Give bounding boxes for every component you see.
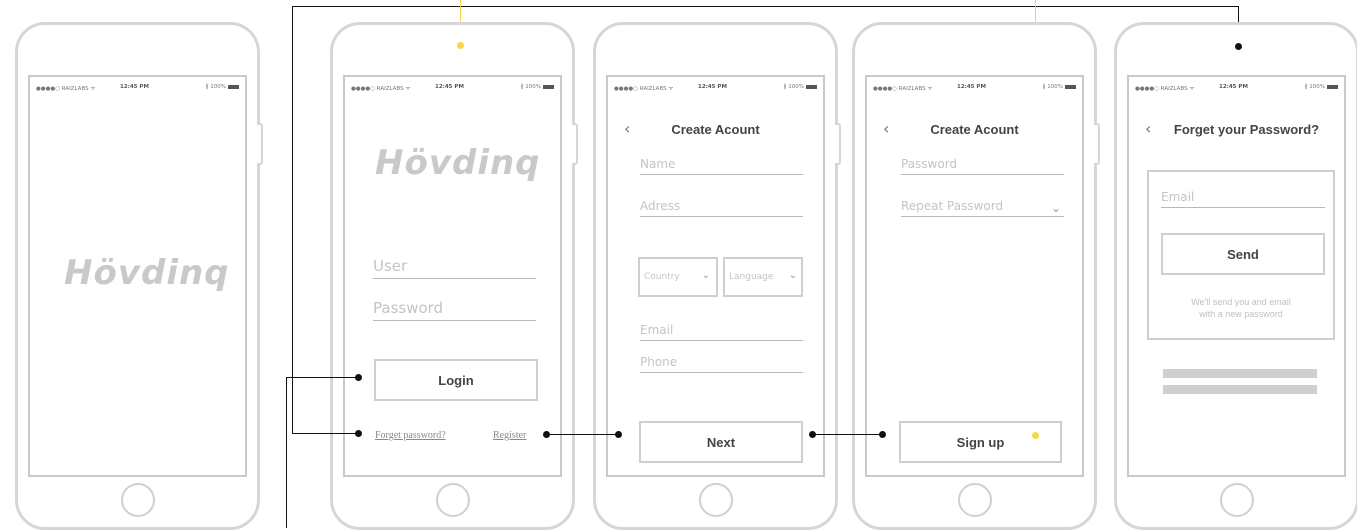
home-button[interactable]	[957, 483, 992, 517]
carrier-label: ●●●●○ RAIZLABS ᯤ	[614, 86, 674, 92]
yellow-marker-signup	[1031, 431, 1039, 439]
next-button[interactable]: Next	[639, 421, 803, 463]
home-button[interactable]	[1219, 483, 1254, 517]
top-connector-line	[292, 6, 1238, 7]
register-connector-line	[546, 434, 618, 435]
phone-field[interactable]: Phone	[640, 355, 803, 373]
battery-label: ∦ 100%	[1042, 84, 1063, 90]
home-button[interactable]	[435, 483, 470, 517]
placeholder-bar	[1163, 385, 1317, 394]
language-label: Language	[729, 272, 774, 282]
forgot-password-title: Forget your Password?	[1173, 122, 1320, 137]
register-link[interactable]: Register	[493, 430, 526, 441]
carrier-label: ●●●●○ RAIZLABS ᯤ	[1135, 86, 1195, 92]
repeat-password-field[interactable]: Repeat Password	[901, 199, 1064, 217]
create-account-title: Create Acount	[930, 122, 1019, 137]
battery-icon	[806, 84, 817, 89]
login-button[interactable]: Login	[374, 359, 538, 401]
battery-indicator: ∦ 100%	[521, 84, 554, 90]
chevron-down-icon: ⌄	[701, 270, 710, 281]
battery-indicator: ∦ 100%	[206, 84, 239, 90]
language-select[interactable]: Language ⌄	[723, 257, 803, 297]
battery-label: ∦ 100%	[783, 84, 804, 90]
battery-icon	[228, 84, 239, 89]
home-button[interactable]	[698, 483, 733, 517]
check-chevron-icon: ⌄	[1051, 201, 1062, 215]
password-field[interactable]: Password	[373, 299, 536, 321]
forgot-connector-left	[292, 6, 293, 434]
battery-label: ∦ 100%	[1304, 84, 1325, 90]
address-field[interactable]: Adress	[640, 199, 803, 217]
country-select[interactable]: Country ⌄	[638, 257, 718, 297]
password-field[interactable]: Password	[901, 157, 1064, 175]
login-connector-line	[286, 377, 358, 378]
create-account-title: Create Acount	[671, 122, 760, 137]
login-connector-drop	[286, 377, 287, 528]
battery-icon	[1327, 84, 1338, 89]
placeholder-bar	[1163, 369, 1317, 378]
forget-connector-line	[292, 433, 358, 434]
forgot-target-dot	[1234, 42, 1242, 50]
send-button[interactable]: Send	[1161, 233, 1325, 275]
country-label: Country	[644, 272, 680, 282]
battery-indicator: ∦ 100%	[784, 84, 817, 90]
create-account-screen-2: ●●●●○ RAIZLABS ᯤ 12:45 PM ∦ 100% ‹ Creat…	[865, 75, 1084, 477]
battery-icon	[543, 84, 554, 89]
login-connector-dot	[354, 373, 362, 381]
carrier-label: ●●●●○ RAIZLABS ᯤ	[873, 86, 933, 92]
battery-icon	[1065, 84, 1076, 89]
home-button[interactable]	[120, 483, 155, 517]
forget-connector-dot	[354, 429, 362, 437]
name-field[interactable]: Name	[640, 157, 803, 175]
phone-forgot-password: ●●●●○ RAIZLABS ᯤ 12:45 PM ∦ 100% ‹ Forge…	[1114, 22, 1357, 530]
time-label: 12:45 PM	[698, 84, 727, 90]
side-button	[835, 123, 841, 165]
phone-splash: ●●●●○ RAIZLABS ᯤ 12:45 PM ∦ 100% Hövdinq	[15, 22, 263, 530]
user-field[interactable]: User	[373, 257, 536, 279]
chevron-down-icon: ⌄	[788, 270, 797, 281]
splash-logo: Hövdinq	[64, 253, 230, 293]
time-label: 12:45 PM	[120, 84, 149, 90]
splash-screen: ●●●●○ RAIZLABS ᯤ 12:45 PM ∦ 100% Hövdinq	[28, 75, 247, 477]
next-target-dot	[614, 430, 622, 438]
forgot-form-box: Email Send We'll send you and email with…	[1147, 170, 1335, 340]
time-label: 12:45 PM	[957, 84, 986, 90]
battery-label: ∦ 100%	[520, 84, 541, 90]
register-connector-dot	[542, 430, 550, 438]
yellow-marker-login-top	[456, 41, 464, 49]
carrier-label: ●●●●○ RAIZLABS ᯤ	[351, 86, 411, 92]
email-field[interactable]: Email	[1161, 190, 1325, 208]
status-bar: ●●●●○ RAIZLABS ᯤ 12:45 PM ∦ 100%	[1135, 84, 1338, 94]
login-screen: ●●●●○ RAIZLABS ᯤ 12:45 PM ∦ 100% Hövdinq…	[343, 75, 562, 477]
battery-label: ∦ 100%	[205, 84, 226, 90]
phone-create-account-1: ●●●●○ RAIZLABS ᯤ 12:45 PM ∦ 100% ‹ Creat…	[593, 22, 841, 530]
time-label: 12:45 PM	[1219, 84, 1248, 90]
status-bar: ●●●●○ RAIZLABS ᯤ 12:45 PM ∦ 100%	[351, 84, 554, 94]
signup-target-dot	[878, 430, 886, 438]
forget-password-link[interactable]: Forget password?	[375, 430, 446, 441]
email-field[interactable]: Email	[640, 323, 803, 341]
phone-login: ●●●●○ RAIZLABS ᯤ 12:45 PM ∦ 100% Hövdinq…	[330, 22, 578, 530]
login-logo: Hövdinq	[375, 143, 541, 183]
status-bar: ●●●●○ RAIZLABS ᯤ 12:45 PM ∦ 100%	[36, 84, 239, 94]
status-bar: ●●●●○ RAIZLABS ᯤ 12:45 PM ∦ 100%	[873, 84, 1076, 94]
side-button	[1094, 123, 1100, 165]
forgot-password-screen: ●●●●○ RAIZLABS ᯤ 12:45 PM ∦ 100% ‹ Forge…	[1127, 75, 1346, 477]
phone-create-account-2: ●●●●○ RAIZLABS ᯤ 12:45 PM ∦ 100% ‹ Creat…	[852, 22, 1100, 530]
side-button	[572, 123, 578, 165]
status-bar: ●●●●○ RAIZLABS ᯤ 12:45 PM ∦ 100%	[614, 84, 817, 94]
battery-indicator: ∦ 100%	[1305, 84, 1338, 90]
battery-indicator: ∦ 100%	[1043, 84, 1076, 90]
carrier-label: ●●●●○ RAIZLABS ᯤ	[36, 86, 96, 92]
note-line-1: We'll send you and email	[1191, 297, 1291, 307]
next-connector-dot	[808, 430, 816, 438]
time-label: 12:45 PM	[435, 84, 464, 90]
sign-up-button[interactable]: Sign up	[899, 421, 1062, 463]
email-note: We'll send you and email with a new pass…	[1149, 296, 1333, 320]
next-connector-line	[812, 434, 882, 435]
create-account-screen-1: ●●●●○ RAIZLABS ᯤ 12:45 PM ∦ 100% ‹ Creat…	[606, 75, 825, 477]
note-line-2: with a new password	[1199, 309, 1283, 319]
side-button	[257, 123, 263, 165]
